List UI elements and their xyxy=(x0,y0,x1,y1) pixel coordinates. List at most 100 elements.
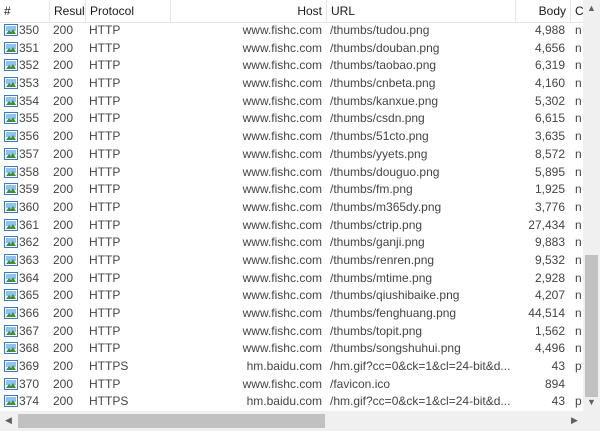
cell-protocol: HTTP xyxy=(89,341,121,356)
table-row[interactable]: 358 200 HTTP www.fishc.com/thumbs/douguo.pn… xyxy=(0,164,583,182)
cell-number: 359 xyxy=(4,181,48,199)
table-row[interactable]: 367 200 HTTP www.fishc.com/thumbs/topit.png… xyxy=(0,323,583,341)
cell-body-size: 4,207 xyxy=(534,288,565,303)
horizontal-scrollbar[interactable]: ◀ ▶ xyxy=(0,411,583,431)
column-header-protocol[interactable]: Protocol xyxy=(85,0,170,22)
cell-content-type: n xyxy=(575,93,582,108)
row-number: 351 xyxy=(19,40,40,55)
cell-url: /thumbs/qiushibaike.png xyxy=(330,288,460,303)
cell-url: /thumbs/topit.png xyxy=(330,323,423,338)
cell-result: 200 xyxy=(53,76,74,91)
image-file-icon xyxy=(4,94,18,107)
cell-url: /thumbs/cnbeta.png xyxy=(330,76,436,91)
cell-result: 200 xyxy=(53,182,74,197)
image-file-icon xyxy=(4,41,18,54)
cell-protocol: HTTP xyxy=(89,306,121,320)
cell-body-size: 44,514 xyxy=(528,306,565,320)
cell-number: 360 xyxy=(4,199,48,217)
sessions-list[interactable]: # Result Protocol Host URL Body C 350 200… xyxy=(0,0,583,411)
column-header-host[interactable]: Host xyxy=(170,0,326,22)
column-header-result[interactable]: Result xyxy=(49,0,85,22)
cell-host: www.fishc.com xyxy=(242,306,322,320)
table-row[interactable]: 370 200 HTTP www.fishc.com/favicon.ico 894 xyxy=(0,376,583,394)
cell-body-size: 6,615 xyxy=(534,111,565,126)
row-number: 354 xyxy=(19,93,40,108)
arrow-left-icon[interactable]: ◀ xyxy=(0,412,17,429)
table-row[interactable]: 362 200 HTTP www.fishc.com/thumbs/ganji.png… xyxy=(0,234,583,252)
table-row[interactable]: 357 200 HTTP www.fishc.com/thumbs/yyets.png… xyxy=(0,146,583,164)
table-row[interactable]: 365 200 HTTP www.fishc.com/thumbs/qiushibai… xyxy=(0,287,583,305)
table-row[interactable]: 368 200 HTTP www.fishc.com/thumbs/songshuhu… xyxy=(0,340,583,358)
cell-number: 367 xyxy=(4,323,48,341)
vertical-scrollbar[interactable]: ▲ ▼ xyxy=(583,0,600,411)
table-row[interactable]: 369 200 HTTPS hm.baidu.com/hm.gif?cc=0&ck=1… xyxy=(0,358,583,376)
cell-url: /thumbs/taobao.png xyxy=(330,58,437,73)
row-number: 358 xyxy=(19,164,40,179)
vertical-scroll-thumb[interactable] xyxy=(585,255,598,397)
row-number: 356 xyxy=(19,129,40,144)
cell-result: 200 xyxy=(53,306,74,320)
cell-result: 200 xyxy=(53,376,74,391)
cell-body-size: 5,895 xyxy=(534,164,565,179)
arrow-right-icon[interactable]: ▶ xyxy=(566,412,583,429)
image-file-icon xyxy=(4,218,18,231)
cell-protocol: HTTP xyxy=(89,58,121,73)
column-header-body[interactable]: Body xyxy=(515,0,570,22)
cell-content-type: n xyxy=(575,58,582,73)
table-row[interactable]: 352 200 HTTP www.fishc.com/thumbs/taobao.pn… xyxy=(0,57,583,75)
row-number: 363 xyxy=(19,252,40,267)
image-file-icon xyxy=(4,342,18,355)
cell-host: www.fishc.com xyxy=(242,323,322,338)
table-row[interactable]: 353 200 HTTP www.fishc.com/thumbs/cnbeta.pn… xyxy=(0,75,583,93)
cell-host: www.fishc.com xyxy=(242,341,322,356)
cell-content-type: n xyxy=(575,129,582,144)
cell-host: www.fishc.com xyxy=(242,235,322,250)
cell-protocol: HTTP xyxy=(89,76,121,91)
table-row[interactable]: 351 200 HTTP www.fishc.com/thumbs/douban.pn… xyxy=(0,40,583,58)
cell-content-type: n xyxy=(575,288,582,303)
table-row[interactable]: 361 200 HTTP www.fishc.com/thumbs/ctrip.png… xyxy=(0,217,583,235)
table-row[interactable]: 354 200 HTTP www.fishc.com/thumbs/kanxue.pn… xyxy=(0,93,583,111)
row-number: 366 xyxy=(19,306,40,320)
cell-content-type: n xyxy=(575,217,582,232)
cell-result: 200 xyxy=(53,341,74,356)
cell-result: 200 xyxy=(53,359,74,374)
cell-url: /thumbs/douguo.png xyxy=(330,164,440,179)
cell-result: 200 xyxy=(53,199,74,214)
cell-protocol: HTTP xyxy=(89,288,121,303)
cell-protocol: HTTP xyxy=(89,235,121,250)
arrow-up-icon[interactable]: ▲ xyxy=(583,0,600,17)
cell-body-size: 9,532 xyxy=(534,252,565,267)
row-number: 374 xyxy=(19,394,40,409)
cell-host: www.fishc.com xyxy=(242,199,322,214)
cell-body-size: 3,776 xyxy=(534,199,565,214)
column-header-url[interactable]: URL xyxy=(326,0,515,22)
row-number: 360 xyxy=(19,199,40,214)
cell-result: 200 xyxy=(53,323,74,338)
table-row[interactable]: 356 200 HTTP www.fishc.com/thumbs/51cto.png… xyxy=(0,128,583,146)
cell-number: 368 xyxy=(4,340,48,358)
cell-protocol: HTTPS xyxy=(89,359,129,374)
column-header-number[interactable]: # xyxy=(0,0,49,22)
row-number: 367 xyxy=(19,323,40,338)
table-row[interactable]: 359 200 HTTP www.fishc.com/thumbs/fm.png 1,9… xyxy=(0,181,583,199)
cell-protocol: HTTP xyxy=(89,376,121,391)
cell-content-type: p xyxy=(575,359,582,374)
image-file-icon xyxy=(4,289,18,302)
arrow-down-icon[interactable]: ▼ xyxy=(583,394,600,411)
cell-body-size: 1,562 xyxy=(534,323,565,338)
table-row[interactable]: 364 200 HTTP www.fishc.com/thumbs/mtime.png… xyxy=(0,270,583,288)
table-row[interactable]: 366 200 HTTP www.fishc.com/thumbs/fenghuang… xyxy=(0,305,583,323)
table-row[interactable]: 360 200 HTTP www.fishc.com/thumbs/m365dy.pn… xyxy=(0,199,583,217)
table-row[interactable]: 355 200 HTTP www.fishc.com/thumbs/csdn.png 6… xyxy=(0,110,583,128)
row-number: 362 xyxy=(19,235,40,250)
image-file-icon xyxy=(4,395,18,408)
table-row[interactable]: 350 200 HTTP www.fishc.com/thumbs/tudou.png… xyxy=(0,22,583,40)
column-header-content-type[interactable]: C xyxy=(570,0,583,22)
table-row[interactable]: 363 200 HTTP www.fishc.com/thumbs/renren.pn… xyxy=(0,252,583,270)
table-row[interactable]: 374 200 HTTPS hm.baidu.com/hm.gif?cc=0&ck=1… xyxy=(0,393,583,411)
cell-body-size: 9,883 xyxy=(534,235,565,250)
cell-body-size: 4,656 xyxy=(534,40,565,55)
session-rows: 350 200 HTTP www.fishc.com/thumbs/tudou.png… xyxy=(0,22,583,411)
horizontal-scroll-thumb[interactable] xyxy=(18,414,325,428)
